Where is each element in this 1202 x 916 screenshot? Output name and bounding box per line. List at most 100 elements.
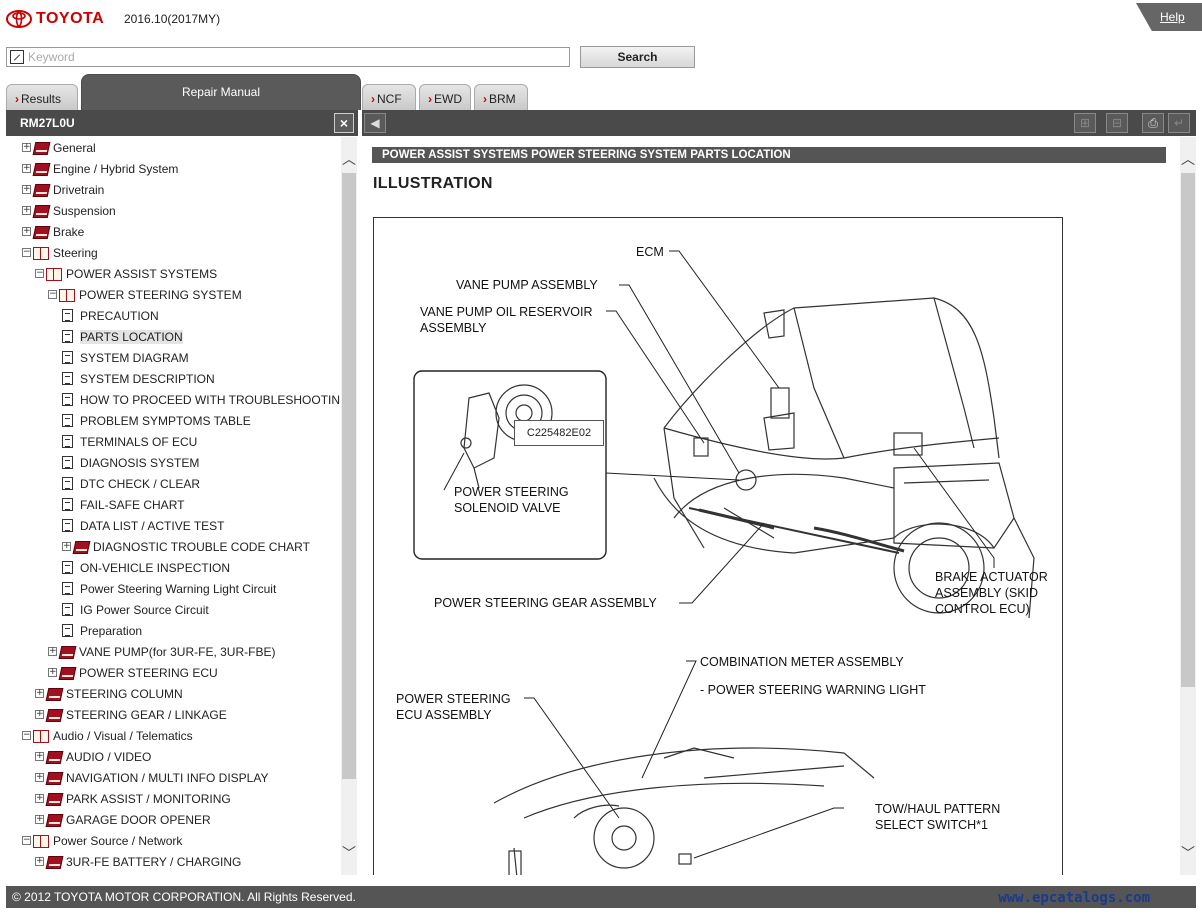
collapse-icon[interactable]: − xyxy=(48,290,57,299)
tree-item[interactable]: − POWER STEERING SYSTEM xyxy=(48,284,242,305)
expand-icon[interactable]: + xyxy=(22,164,31,173)
tree-item-label[interactable]: Steering xyxy=(53,246,98,260)
scroll-thumb[interactable] xyxy=(342,173,356,779)
tab-ncf[interactable]: › NCF xyxy=(362,84,416,110)
tree-item[interactable]: + STEERING COLUMN xyxy=(35,683,183,704)
tree-item-label[interactable]: ON-VEHICLE INSPECTION xyxy=(80,561,230,575)
tree-item-label[interactable]: Power Steering Warning Light Circuit xyxy=(80,582,276,596)
search-button[interactable]: Search xyxy=(580,46,695,68)
tree-item-label[interactable]: PROBLEM SYMPTOMS TABLE xyxy=(80,414,251,428)
tree-item-label[interactable]: POWER ASSIST SYSTEMS xyxy=(66,267,217,281)
scroll-down-icon[interactable]: ﹀ xyxy=(1180,845,1196,861)
tree-item-label[interactable]: IG Power Source Circuit xyxy=(80,603,209,617)
tree-item-label[interactable]: DTC CHECK / CLEAR xyxy=(80,477,200,491)
tree-item-label[interactable]: Power Source / Network xyxy=(53,834,182,848)
collapse-all-icon[interactable]: ⊟ xyxy=(1106,113,1128,133)
tree-item-label[interactable]: FAIL-SAFE CHART xyxy=(80,498,184,512)
tree-item-label[interactable]: STEERING COLUMN xyxy=(66,687,183,701)
tree-item[interactable]: − Power Source / Network xyxy=(22,830,182,851)
tree-item[interactable]: + STEERING GEAR / LINKAGE xyxy=(35,704,227,725)
tree-item[interactable]: IG Power Source Circuit xyxy=(62,599,209,620)
tree-item[interactable]: PRECAUTION xyxy=(62,305,159,326)
collapse-icon[interactable]: − xyxy=(35,269,44,278)
tree-item-label[interactable]: PRECAUTION xyxy=(80,309,159,323)
scroll-up-icon[interactable]: ︿ xyxy=(341,151,357,167)
tree-item[interactable]: + PARK ASSIST / MONITORING xyxy=(35,788,231,809)
tree-item[interactable]: DIAGNOSIS SYSTEM xyxy=(62,452,199,473)
tree-item[interactable]: PARTS LOCATION xyxy=(62,326,183,347)
tree-item[interactable]: + NAVIGATION / MULTI INFO DISPLAY xyxy=(35,767,268,788)
tree-item-label[interactable]: PARTS LOCATION xyxy=(80,329,183,344)
tree-item-label[interactable]: POWER STEERING ECU xyxy=(79,666,218,680)
tree-item[interactable]: HOW TO PROCEED WITH TROUBLESHOOTING xyxy=(62,389,340,410)
tree-item-label[interactable]: VANE PUMP(for 3UR-FE, 3UR-FBE) xyxy=(79,645,275,659)
tab-repair-manual[interactable]: Repair Manual xyxy=(81,74,361,110)
tree-item-label[interactable]: DIAGNOSTIC TROUBLE CODE CHART xyxy=(93,540,310,554)
scroll-down-icon[interactable]: ﹀ xyxy=(341,845,357,861)
tree-item-label[interactable]: STEERING GEAR / LINKAGE xyxy=(66,708,227,722)
tree-item[interactable]: + Brake xyxy=(22,221,84,242)
tree-item-label[interactable]: TERMINALS OF ECU xyxy=(80,435,197,449)
expand-icon[interactable]: + xyxy=(35,773,44,782)
expand-icon[interactable]: + xyxy=(22,227,31,236)
print-icon[interactable]: ⎙ xyxy=(1142,113,1164,133)
tree-item[interactable]: + POWER STEERING ECU xyxy=(48,662,218,683)
tree-item[interactable]: + Engine / Hybrid System xyxy=(22,158,178,179)
tree-item-label[interactable]: Audio / Visual / Telematics xyxy=(53,729,193,743)
tab-ewd[interactable]: › EWD xyxy=(419,84,471,110)
expand-icon[interactable]: + xyxy=(48,668,57,677)
tree-item[interactable]: DTC CHECK / CLEAR xyxy=(62,473,200,494)
tree-item[interactable]: + VANE PUMP(for 3UR-FE, 3UR-FBE) xyxy=(48,641,275,662)
expand-icon[interactable]: + xyxy=(35,815,44,824)
tree-item[interactable]: − POWER ASSIST SYSTEMS xyxy=(35,263,217,284)
tree-item-label[interactable]: SYSTEM DESCRIPTION xyxy=(80,372,215,386)
search-input[interactable] xyxy=(26,49,556,65)
tree-item-label[interactable]: PARK ASSIST / MONITORING xyxy=(66,792,231,806)
tree-item[interactable]: PROBLEM SYMPTOMS TABLE xyxy=(62,410,251,431)
tree-item-label[interactable]: Brake xyxy=(53,225,84,239)
content-scrollbar[interactable]: ︿ ﹀ xyxy=(1180,137,1196,875)
tree-item[interactable]: SYSTEM DESCRIPTION xyxy=(62,368,215,389)
tree-item-label[interactable]: HOW TO PROCEED WITH TROUBLESHOOTING xyxy=(80,393,340,407)
tree-item-label[interactable]: GARAGE DOOR OPENER xyxy=(66,813,211,827)
expand-icon[interactable]: + xyxy=(35,710,44,719)
back-icon[interactable]: ↵ xyxy=(1168,113,1190,133)
tree-item[interactable]: ON-VEHICLE INSPECTION xyxy=(62,557,230,578)
expand-icon[interactable]: + xyxy=(35,857,44,866)
tree-item[interactable]: − Steering xyxy=(22,242,98,263)
expand-icon[interactable]: + xyxy=(62,542,71,551)
tree-item[interactable]: TERMINALS OF ECU xyxy=(62,431,197,452)
collapse-left-button[interactable]: ◀ xyxy=(364,113,386,133)
tree-item-label[interactable]: Suspension xyxy=(53,204,116,218)
collapse-icon[interactable]: − xyxy=(22,731,31,740)
search-box[interactable] xyxy=(6,47,570,67)
tab-brm[interactable]: › BRM xyxy=(474,84,528,110)
tree-item-label[interactable]: NAVIGATION / MULTI INFO DISPLAY xyxy=(66,771,268,785)
expand-icon[interactable]: + xyxy=(35,794,44,803)
tree-item[interactable]: + AUDIO / VIDEO xyxy=(35,746,151,767)
expand-icon[interactable]: + xyxy=(22,143,31,152)
scroll-thumb[interactable] xyxy=(1181,173,1195,687)
tree-item-label[interactable]: SYSTEM DIAGRAM xyxy=(80,351,189,365)
tree-item-label[interactable]: 3UR-FE BATTERY / CHARGING xyxy=(66,855,241,869)
tree-item[interactable]: Power Steering Warning Light Circuit xyxy=(62,578,276,599)
tree-item[interactable]: + Drivetrain xyxy=(22,179,104,200)
tree-item-label[interactable]: Engine / Hybrid System xyxy=(53,162,178,176)
keyword-checkbox-icon[interactable] xyxy=(10,50,24,64)
collapse-icon[interactable]: − xyxy=(22,836,31,845)
tree-item[interactable]: SYSTEM DIAGRAM xyxy=(62,347,189,368)
expand-icon[interactable]: + xyxy=(48,647,57,656)
tree-item[interactable]: Preparation xyxy=(62,620,142,641)
tree-item-label[interactable]: AUDIO / VIDEO xyxy=(66,750,151,764)
tree-item-label[interactable]: General xyxy=(53,141,96,155)
help-tab[interactable]: Help xyxy=(1136,3,1202,31)
tree-item-label[interactable]: DATA LIST / ACTIVE TEST xyxy=(80,519,225,533)
tree-item[interactable]: + Suspension xyxy=(22,200,116,221)
tree-item[interactable]: + DIAGNOSTIC TROUBLE CODE CHART xyxy=(62,536,310,557)
expand-icon[interactable]: + xyxy=(22,206,31,215)
scroll-up-icon[interactable]: ︿ xyxy=(1180,151,1196,167)
tree-item[interactable]: − Audio / Visual / Telematics xyxy=(22,725,193,746)
tab-results[interactable]: › Results xyxy=(6,84,78,110)
tree-item-label[interactable]: POWER STEERING SYSTEM xyxy=(79,288,242,302)
tree-item[interactable]: +3UR-FE BATTERY / CHARGING xyxy=(35,851,241,872)
